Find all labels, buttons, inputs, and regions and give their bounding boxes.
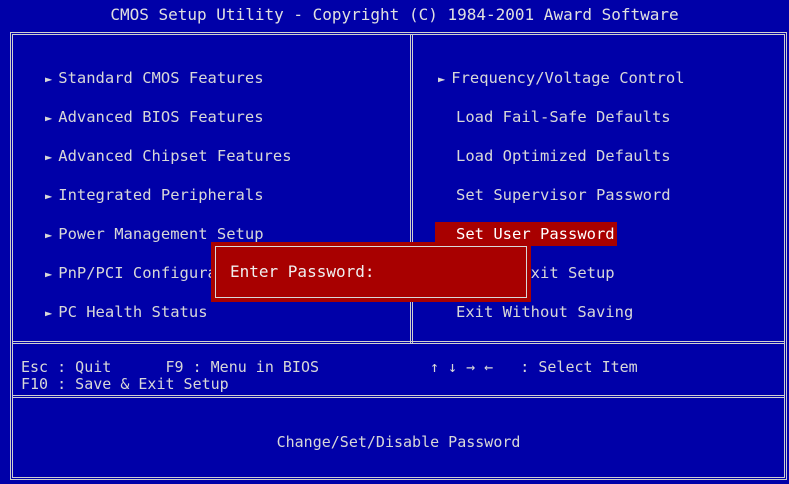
- submenu-arrow-icon: ►: [45, 189, 53, 203]
- password-dialog-border: Enter Password:: [215, 246, 527, 298]
- menu-item-set-supervisor-password[interactable]: Set Supervisor Password: [456, 183, 671, 207]
- submenu-arrow-icon: ►: [45, 150, 53, 164]
- menu-item-frequency-voltage-control[interactable]: ► Frequency/Voltage Control: [438, 66, 685, 90]
- submenu-arrow-icon: ►: [438, 72, 446, 86]
- password-prompt-label: Enter Password:: [230, 262, 375, 281]
- submenu-arrow-icon: ►: [45, 306, 53, 320]
- submenu-arrow-icon: ►: [45, 72, 53, 86]
- menu-item-exit-without-saving[interactable]: Exit Without Saving: [456, 300, 633, 324]
- password-input[interactable]: [396, 259, 520, 287]
- help-text: Change/Set/Disable Password: [276, 433, 521, 451]
- menu-item-load-fail-safe-defaults[interactable]: Load Fail-Safe Defaults: [456, 105, 671, 129]
- status-separator: [13, 395, 784, 398]
- key-hint-quit-menu: Esc : Quit F9 : Menu in BIOS: [21, 358, 320, 376]
- menu-item-standard-cmos-features[interactable]: ► Standard CMOS Features: [45, 66, 264, 90]
- menu-item-advanced-chipset-features[interactable]: ► Advanced Chipset Features: [45, 144, 292, 168]
- submenu-arrow-icon: ►: [45, 228, 53, 242]
- menu-item-load-optimized-defaults[interactable]: Load Optimized Defaults: [456, 144, 671, 168]
- submenu-arrow-icon: ►: [45, 111, 53, 125]
- window-title: CMOS Setup Utility - Copyright (C) 1984-…: [110, 5, 679, 24]
- menu-separator: [13, 341, 784, 344]
- submenu-arrow-icon: ►: [45, 267, 53, 281]
- menu-item-integrated-peripherals[interactable]: ► Integrated Peripherals: [45, 183, 264, 207]
- key-hint-select-item: ↑ ↓ → ← : Select Item: [430, 358, 638, 376]
- menu-item-pc-health-status[interactable]: ► PC Health Status: [45, 300, 208, 324]
- password-dialog: Enter Password:: [211, 242, 531, 302]
- key-hint-save-exit: F10 : Save & Exit Setup: [21, 375, 229, 393]
- menu-item-advanced-bios-features[interactable]: ► Advanced BIOS Features: [45, 105, 264, 129]
